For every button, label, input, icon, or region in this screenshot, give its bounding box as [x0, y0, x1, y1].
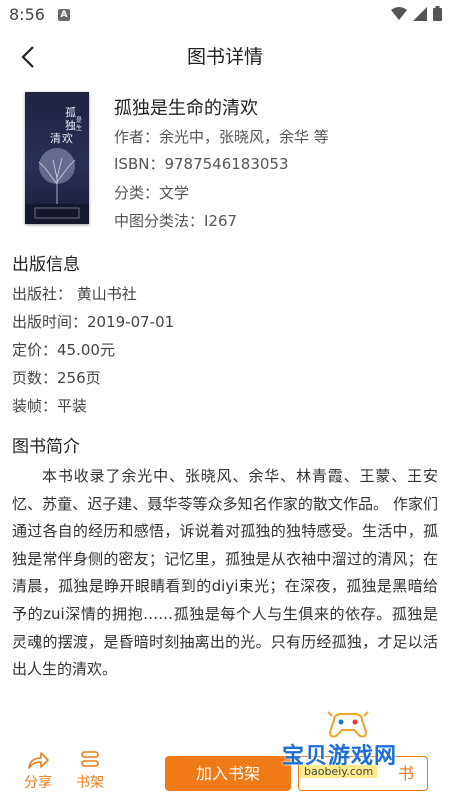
price: 定价：45.00元	[12, 341, 115, 359]
book-cover-tree-icon: 孤 独 是 生 清 欢	[25, 106, 89, 224]
share-button[interactable]: 分享	[18, 750, 58, 792]
svg-text:欢: 欢	[62, 131, 73, 145]
intro-text: 本书收录了余光中、张晓风、余华、林青霞、王蒙、王安忆、苏童、迟子建、聂华苓等众多…	[12, 467, 438, 679]
signal-icon	[413, 6, 427, 21]
app-indicator-icon: A	[58, 9, 70, 21]
add-to-shelf-button[interactable]: 加入书架	[165, 756, 291, 791]
publish-info-heading: 出版信息	[12, 255, 80, 275]
svg-text:是: 是	[76, 117, 82, 124]
share-label: 分享	[24, 775, 52, 791]
share-icon	[28, 752, 49, 769]
status-icons	[391, 6, 442, 21]
status-time: 8:56	[9, 5, 45, 24]
read-button-label: 书	[397, 764, 414, 783]
gamepad-icon	[327, 711, 369, 738]
publisher: 出版社： 黄山书社	[12, 285, 137, 303]
svg-text:孤: 孤	[65, 106, 76, 119]
bookshelf-button[interactable]: 书架	[70, 750, 110, 792]
page-count: 页数：256页	[12, 369, 101, 387]
svg-text:清: 清	[50, 132, 61, 145]
book-clc: 中图分类法：I267	[114, 212, 238, 230]
book-isbn: ISBN：9787546183053	[114, 155, 289, 173]
book-title: 孤独是生命的清欢	[114, 98, 258, 119]
binding: 装帧：平装	[12, 397, 88, 415]
bookshelf-label: 书架	[76, 775, 104, 791]
book-author: 作者：余光中，张晓风，余华 等	[114, 128, 329, 146]
battery-icon	[433, 6, 442, 21]
intro-heading: 图书简介	[12, 437, 80, 457]
svg-text:独: 独	[65, 119, 76, 132]
page-title: 图书详情	[186, 46, 263, 68]
svg-text:生: 生	[76, 124, 82, 132]
wifi-icon	[391, 6, 407, 20]
status-bar: 8:56 A	[0, 0, 450, 32]
bookshelf-icon	[81, 751, 99, 767]
read-button[interactable]: 书	[298, 756, 428, 791]
book-category: 分类：文学	[114, 184, 190, 202]
publish-date: 出版时间：2019-07-01	[12, 313, 175, 331]
book-cover: 孤 独 是 生 清 欢	[25, 92, 89, 224]
